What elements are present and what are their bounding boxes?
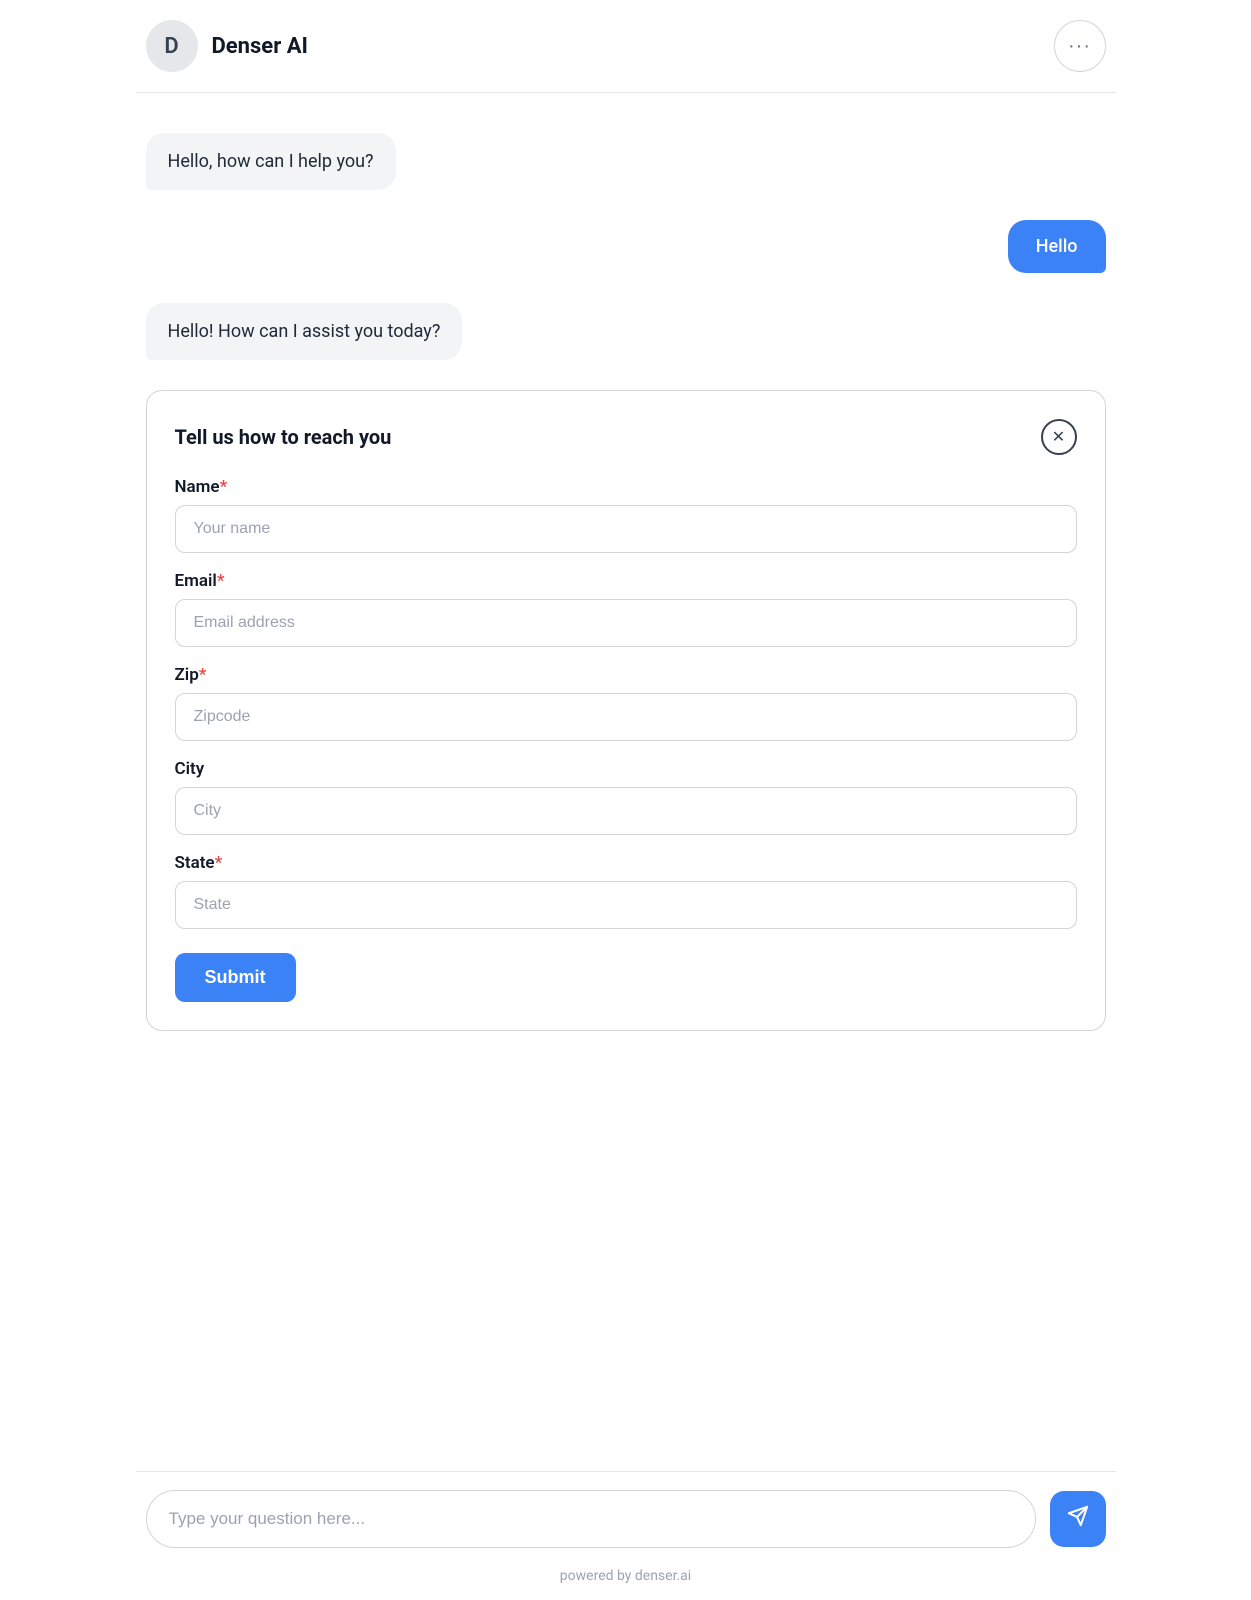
state-input[interactable] — [175, 881, 1077, 929]
email-label: Email* — [175, 571, 1077, 591]
more-options-button[interactable]: ··· — [1054, 20, 1106, 72]
bottom-input-area — [136, 1471, 1116, 1560]
chat-container: D Denser AI ··· Hello, how can I help yo… — [136, 0, 1116, 1600]
zip-label: Zip* — [175, 665, 1077, 685]
name-field-group: Name* — [175, 477, 1077, 553]
name-required-star: * — [220, 477, 228, 497]
contact-form-card: Tell us how to reach you ✕ Name* Email* — [146, 390, 1106, 1031]
messages-area: Hello, how can I help you? Hello Hello! … — [136, 93, 1116, 1471]
bot-message-1-text: Hello, how can I help you? — [168, 151, 374, 172]
email-input[interactable] — [175, 599, 1077, 647]
form-close-button[interactable]: ✕ — [1041, 419, 1077, 455]
state-field-group: State* — [175, 853, 1077, 929]
submit-button[interactable]: Submit — [175, 953, 296, 1002]
zip-required-star: * — [199, 665, 207, 685]
city-field-group: City — [175, 759, 1077, 835]
bot-message-1: Hello, how can I help you? — [146, 133, 396, 190]
state-required-star: * — [215, 853, 223, 873]
avatar-letter: D — [164, 34, 178, 59]
city-label: City — [175, 759, 1077, 779]
send-button[interactable] — [1050, 1491, 1106, 1547]
powered-by: powered by denser.ai — [136, 1560, 1116, 1600]
name-input[interactable] — [175, 505, 1077, 553]
state-label: State* — [175, 853, 1077, 873]
question-input[interactable] — [146, 1490, 1036, 1548]
submit-label: Submit — [205, 967, 266, 987]
avatar: D — [146, 20, 198, 72]
city-input[interactable] — [175, 787, 1077, 835]
email-required-star: * — [217, 571, 225, 591]
more-icon: ··· — [1068, 35, 1091, 58]
zip-field-group: Zip* — [175, 665, 1077, 741]
chat-header: D Denser AI ··· — [136, 0, 1116, 93]
email-field-group: Email* — [175, 571, 1077, 647]
header-title: Denser AI — [212, 34, 308, 59]
name-label: Name* — [175, 477, 1077, 497]
form-header: Tell us how to reach you ✕ — [175, 419, 1077, 455]
bot-message-2-text: Hello! How can I assist you today? — [168, 321, 441, 342]
zip-input[interactable] — [175, 693, 1077, 741]
user-message-1-text: Hello — [1036, 236, 1078, 257]
header-left: D Denser AI — [146, 20, 308, 72]
send-icon — [1067, 1505, 1089, 1533]
bot-message-2: Hello! How can I assist you today? — [146, 303, 463, 360]
user-message-1: Hello — [1008, 220, 1106, 273]
form-title: Tell us how to reach you — [175, 425, 392, 449]
close-icon: ✕ — [1052, 427, 1065, 447]
